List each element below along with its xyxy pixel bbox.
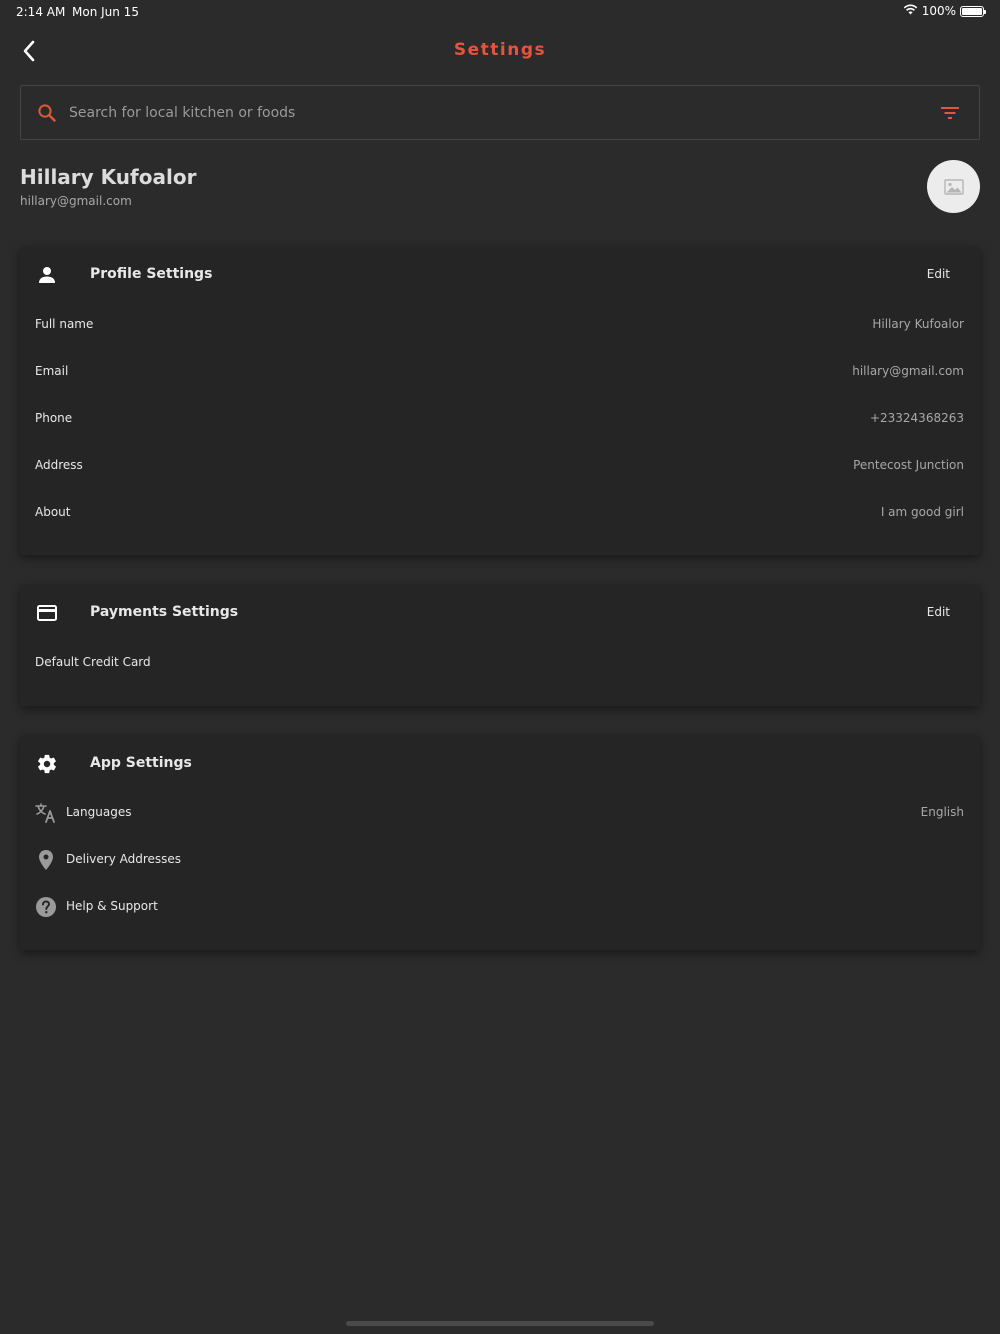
location-pin-icon	[35, 849, 57, 871]
profile-settings-header: Profile Settings Edit	[20, 247, 980, 303]
help-icon	[35, 896, 57, 918]
app-settings-header: App Settings	[20, 736, 980, 792]
wifi-icon	[903, 4, 918, 18]
profile-row-full-name[interactable]: Full name Hillary Kufoalor	[20, 310, 980, 340]
avatar[interactable]	[927, 160, 980, 213]
payment-edit-button[interactable]: Edit	[927, 605, 950, 619]
filter-icon[interactable]	[921, 86, 979, 139]
user-email: hillary@gmail.com	[20, 194, 132, 208]
profile-row-about[interactable]: About I am good girl	[20, 498, 980, 528]
row-label: Help & Support	[66, 899, 158, 913]
row-label: Delivery Addresses	[66, 852, 182, 866]
row-label: Email	[35, 364, 69, 378]
settings-page: 2:14 AM Mon Jun 15 100% Settings Search …	[0, 0, 1000, 1334]
row-value: hillary@gmail.com	[852, 364, 964, 378]
person-icon	[35, 263, 59, 287]
profile-settings-title: Profile Settings	[90, 266, 213, 282]
payment-row-default-card[interactable]: Default Credit Card	[20, 648, 980, 678]
row-value: I am good girl	[880, 505, 964, 519]
status-time: 2:14 AM	[16, 5, 66, 19]
battery-icon	[960, 5, 986, 17]
app-row-help-support[interactable]: Help & Support	[20, 892, 980, 922]
profile-row-phone[interactable]: Phone +23324368263	[20, 404, 980, 434]
app-row-languages[interactable]: Languages English	[20, 798, 980, 828]
battery-percent: 100%	[921, 4, 956, 18]
image-placeholder-icon	[943, 178, 964, 195]
app-settings-title: App Settings	[90, 755, 192, 771]
status-indicators: 100%	[903, 4, 986, 18]
app-settings-card: App Settings Languages English Delivery …	[20, 736, 980, 950]
search-bar	[20, 85, 980, 140]
payment-settings-title: Payments Settings	[90, 604, 239, 620]
search-input[interactable]	[69, 86, 921, 139]
payment-settings-header: Payments Settings Edit	[20, 585, 980, 641]
search-icon	[21, 103, 69, 123]
row-label: Default Credit Card	[35, 655, 151, 669]
app-row-delivery-addresses[interactable]: Delivery Addresses	[20, 845, 980, 875]
credit-card-icon	[35, 601, 59, 625]
home-indicator	[346, 1321, 654, 1326]
row-label: Languages	[66, 805, 132, 819]
status-bar: 2:14 AM Mon Jun 15 100%	[0, 0, 1000, 24]
row-label: About	[35, 505, 71, 519]
gear-icon	[35, 752, 59, 776]
page-title: Settings	[453, 40, 547, 60]
row-value: Hillary Kufoalor	[872, 317, 964, 331]
row-value: Pentecost Junction	[853, 458, 964, 472]
translate-icon	[35, 802, 57, 824]
row-value: English	[920, 805, 964, 819]
user-name: Hillary Kufoalor	[20, 165, 197, 189]
row-label: Address	[35, 458, 83, 472]
profile-edit-button[interactable]: Edit	[927, 267, 950, 281]
status-date: Mon Jun 15	[72, 5, 139, 19]
row-label: Phone	[35, 411, 73, 425]
profile-settings-card: Profile Settings Edit Full name Hillary …	[20, 247, 980, 555]
profile-row-email[interactable]: Email hillary@gmail.com	[20, 357, 980, 387]
payment-settings-card: Payments Settings Edit Default Credit Ca…	[20, 585, 980, 706]
row-label: Full name	[35, 317, 94, 331]
row-value: +23324368263	[869, 411, 964, 425]
profile-row-address[interactable]: Address Pentecost Junction	[20, 451, 980, 481]
